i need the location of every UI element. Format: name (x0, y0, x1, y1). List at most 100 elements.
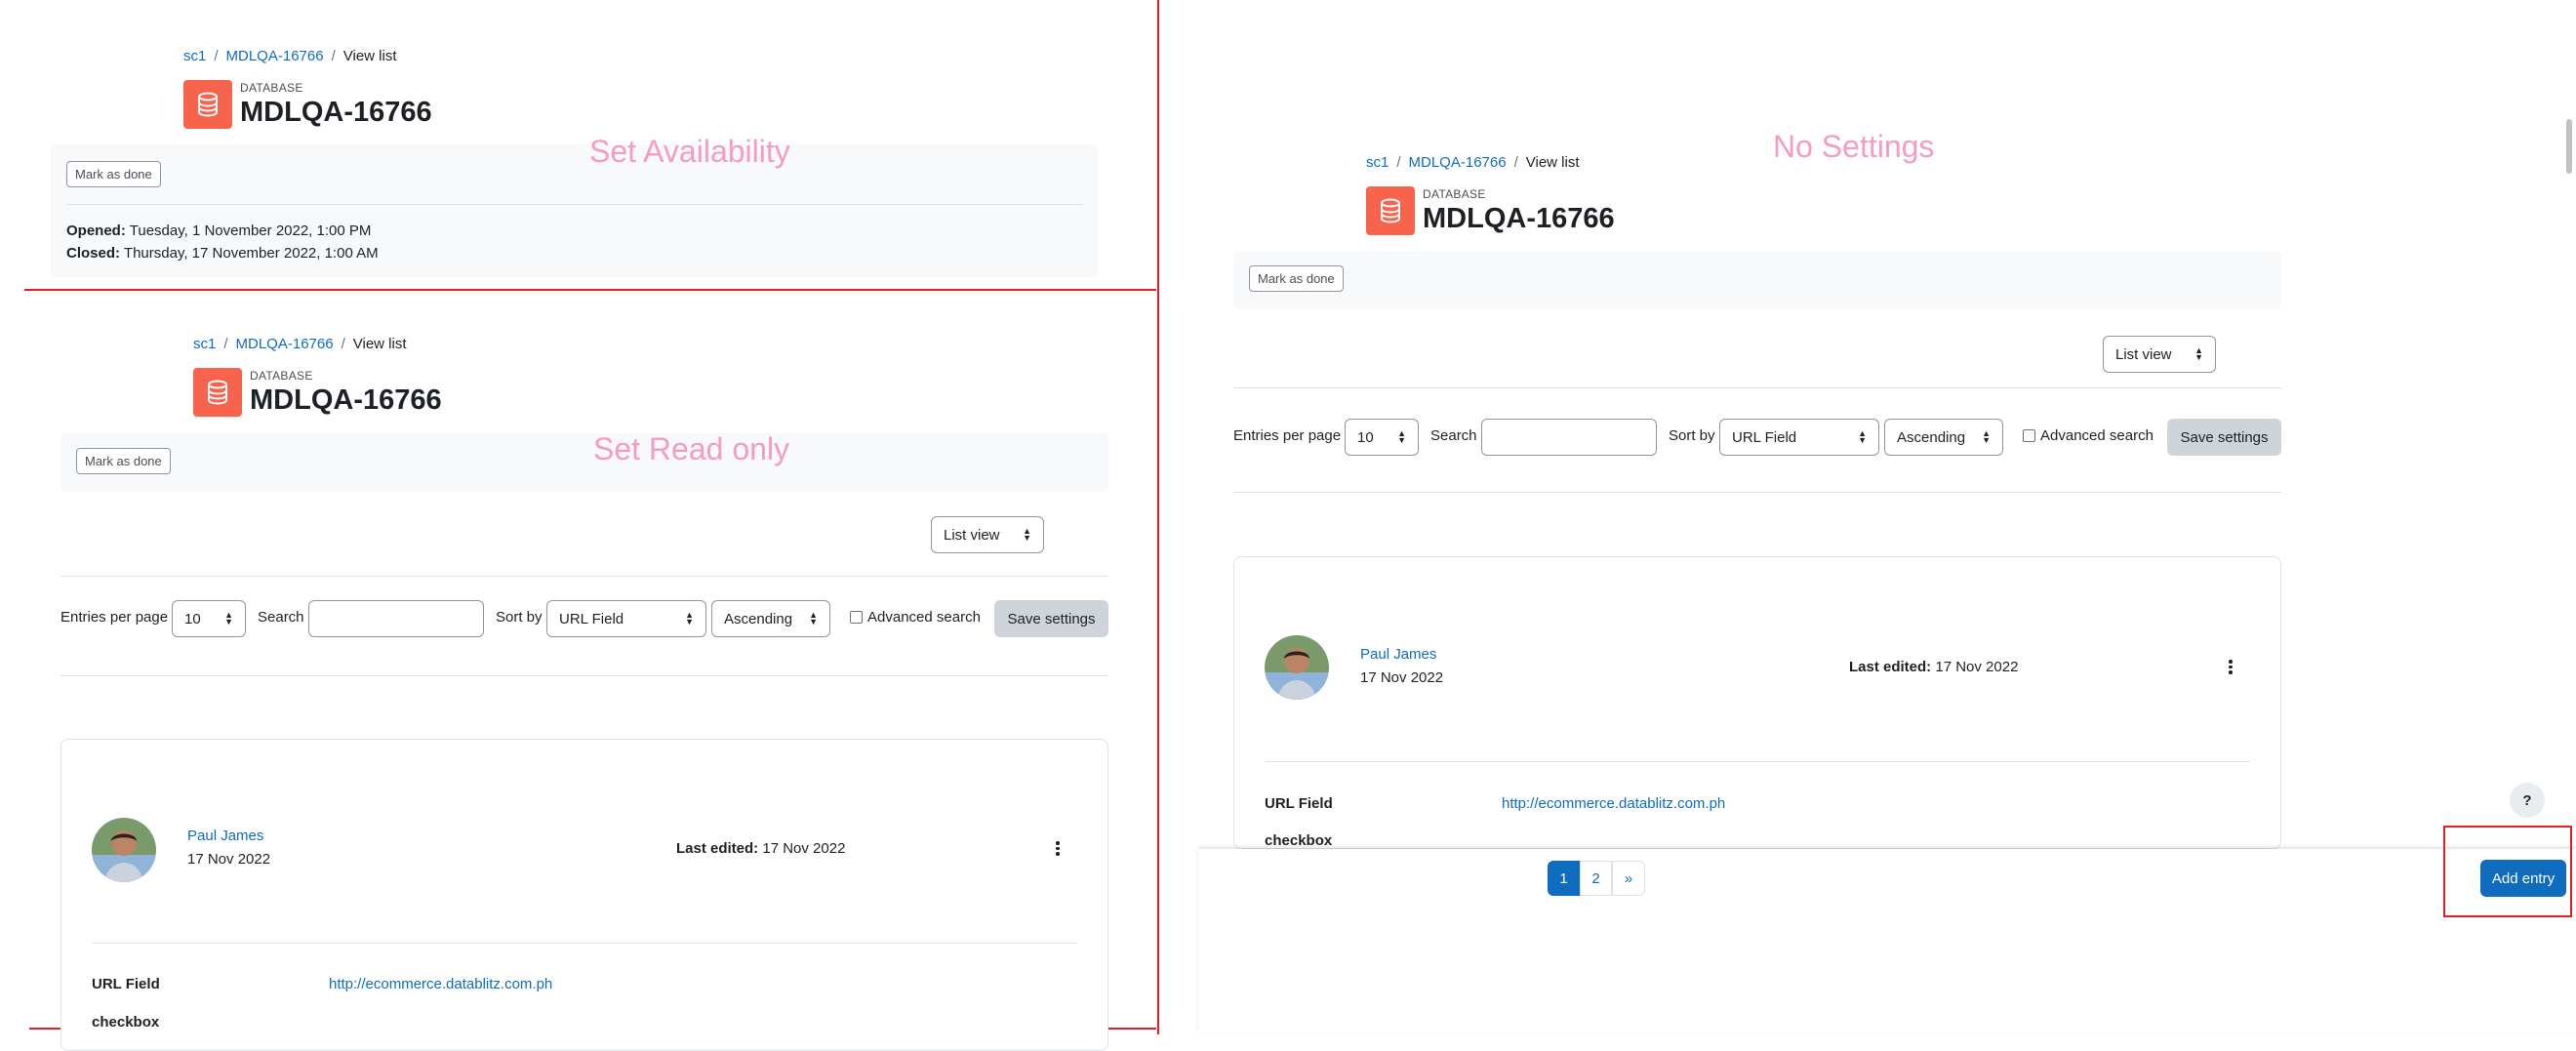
database-icon (193, 368, 242, 417)
save-settings-button[interactable]: Save settings (994, 600, 1108, 637)
advanced-search-label: Advanced search (2040, 427, 2153, 444)
avatar[interactable] (1265, 635, 1329, 700)
help-button[interactable]: ? (2510, 783, 2545, 818)
entry-card (60, 739, 1108, 1051)
entry-actions-menu-icon[interactable] (1056, 841, 1060, 856)
help-icon: ? (2522, 791, 2532, 809)
breadcrumb-activity-link[interactable]: MDLQA-16766 (1409, 154, 1507, 171)
last-edited: Last edited: 17 Nov 2022 (1849, 659, 2019, 675)
page-title: MDLQA-16766 (250, 384, 442, 416)
pagination-next[interactable]: » (1612, 861, 1645, 896)
search-input[interactable] (308, 600, 484, 637)
header-divider (66, 204, 1083, 205)
sort-order-select[interactable]: Ascending ▲ ▼ (711, 600, 830, 637)
sort-field-select[interactable]: URL Field ▲ ▼ (546, 600, 706, 637)
entries-per-page-label: Entries per page (1233, 427, 1342, 444)
select-arrow-icon: ▲ ▼ (685, 610, 694, 627)
opened-date: Opened: Tuesday, 1 November 2022, 1:00 P… (66, 222, 372, 239)
breadcrumb-separator: / (214, 48, 219, 64)
section-divider (1233, 492, 2281, 493)
url-field-link[interactable]: http://ecommerce.datablitz.com.ph (1502, 795, 1725, 812)
advanced-search-label: Advanced search (867, 609, 981, 626)
breadcrumb-separator: / (223, 336, 228, 352)
divider-vertical (1157, 0, 1159, 1034)
select-arrow-icon: ▲ ▼ (1982, 428, 1991, 445)
view-mode-select[interactable]: List view ▲ ▼ (931, 516, 1044, 553)
mark-as-done-button[interactable]: Mark as done (76, 448, 171, 474)
highlight-box (2443, 826, 2572, 917)
search-input[interactable] (1481, 419, 1657, 456)
advanced-search-checkbox[interactable] (2023, 429, 2035, 442)
avatar[interactable] (92, 818, 156, 882)
breadcrumb: sc1 / MDLQA-16766 / View list (183, 48, 397, 64)
module-type-label: DATABASE (240, 81, 303, 95)
breadcrumb-course-link[interactable]: sc1 (193, 336, 216, 352)
breadcrumb-current: View list (352, 336, 407, 352)
entries-per-page-label: Entries per page (60, 609, 169, 626)
breadcrumb-course-link[interactable]: sc1 (183, 48, 206, 64)
search-label: Search (1430, 427, 1477, 444)
select-arrow-icon: ▲ ▼ (809, 610, 818, 627)
last-edited: Last edited: 17 Nov 2022 (676, 840, 846, 857)
sort-order-select[interactable]: Ascending ▲ ▼ (1884, 419, 2003, 456)
mark-as-done-button[interactable]: Mark as done (1249, 265, 1344, 292)
pagination-page-2[interactable]: 2 (1580, 861, 1612, 896)
sort-field-select[interactable]: URL Field ▲ ▼ (1719, 419, 1879, 456)
url-field-link[interactable]: http://ecommerce.datablitz.com.ph (329, 976, 552, 992)
breadcrumb: sc1 / MDLQA-16766 / View list (193, 336, 407, 352)
sticky-footer (1198, 849, 2576, 1034)
section-divider (60, 675, 1108, 676)
section-divider (1233, 387, 2281, 388)
breadcrumb-separator: / (1396, 154, 1401, 171)
breadcrumb: sc1 / MDLQA-16766 / View list (1366, 154, 1580, 171)
author-link[interactable]: Paul James (1360, 646, 1436, 663)
checkbox-field-label: checkbox (1265, 832, 1333, 849)
database-icon (1366, 186, 1415, 235)
mark-as-done-button[interactable]: Mark as done (66, 161, 161, 187)
module-type-label: DATABASE (250, 369, 313, 383)
database-icon (183, 80, 232, 129)
module-type-label: DATABASE (1423, 187, 1486, 201)
closed-date: Closed: Thursday, 17 November 2022, 1:00… (66, 245, 379, 262)
breadcrumb-separator: / (341, 336, 345, 352)
advanced-search-checkbox[interactable] (850, 611, 863, 624)
search-label: Search (258, 609, 304, 626)
entry-date: 17 Nov 2022 (1360, 669, 1444, 686)
sort-by-label: Sort by (1669, 427, 1715, 444)
sort-by-label: Sort by (496, 609, 543, 626)
select-arrow-icon: ▲ ▼ (2194, 345, 2203, 362)
annotation-no-settings: No Settings (1773, 129, 1935, 164)
entry-divider (92, 943, 1077, 944)
section-divider (60, 576, 1108, 577)
activity-header (60, 433, 1108, 492)
breadcrumb-current: View list (342, 48, 397, 64)
scrollbar-thumb[interactable] (2566, 119, 2572, 174)
breadcrumb-activity-link[interactable]: MDLQA-16766 (226, 48, 324, 64)
breadcrumb-activity-link[interactable]: MDLQA-16766 (236, 336, 334, 352)
entries-per-page-select[interactable]: 10 ▲ ▼ (172, 600, 246, 637)
entries-per-page-select[interactable]: 10 ▲ ▼ (1345, 419, 1419, 456)
author-link[interactable]: Paul James (187, 828, 263, 844)
breadcrumb-current: View list (1525, 154, 1580, 171)
annotation-set-read-only: Set Read only (593, 431, 790, 466)
pagination-page-1[interactable]: 1 (1548, 861, 1580, 896)
entry-date: 17 Nov 2022 (187, 851, 271, 868)
select-arrow-icon: ▲ ▼ (1858, 428, 1867, 445)
select-arrow-icon: ▲ ▼ (1397, 428, 1406, 445)
entry-actions-menu-icon[interactable] (2229, 660, 2233, 674)
save-settings-button[interactable]: Save settings (2167, 419, 2281, 456)
entry-card (1233, 556, 2281, 849)
select-arrow-icon: ▲ ▼ (224, 610, 233, 627)
annotation-set-availability: Set Availability (589, 134, 790, 169)
url-field-label: URL Field (92, 976, 160, 992)
page-title: MDLQA-16766 (240, 97, 432, 128)
divider-horizontal-top (24, 289, 1156, 291)
page-title: MDLQA-16766 (1423, 203, 1615, 234)
breadcrumb-separator: / (331, 48, 336, 64)
view-mode-select[interactable]: List view ▲ ▼ (2103, 336, 2216, 373)
activity-header (1233, 251, 2281, 309)
select-arrow-icon: ▲ ▼ (1023, 526, 1031, 543)
url-field-label: URL Field (1265, 795, 1333, 812)
breadcrumb-course-link[interactable]: sc1 (1366, 154, 1389, 171)
entry-divider (1265, 761, 2250, 762)
